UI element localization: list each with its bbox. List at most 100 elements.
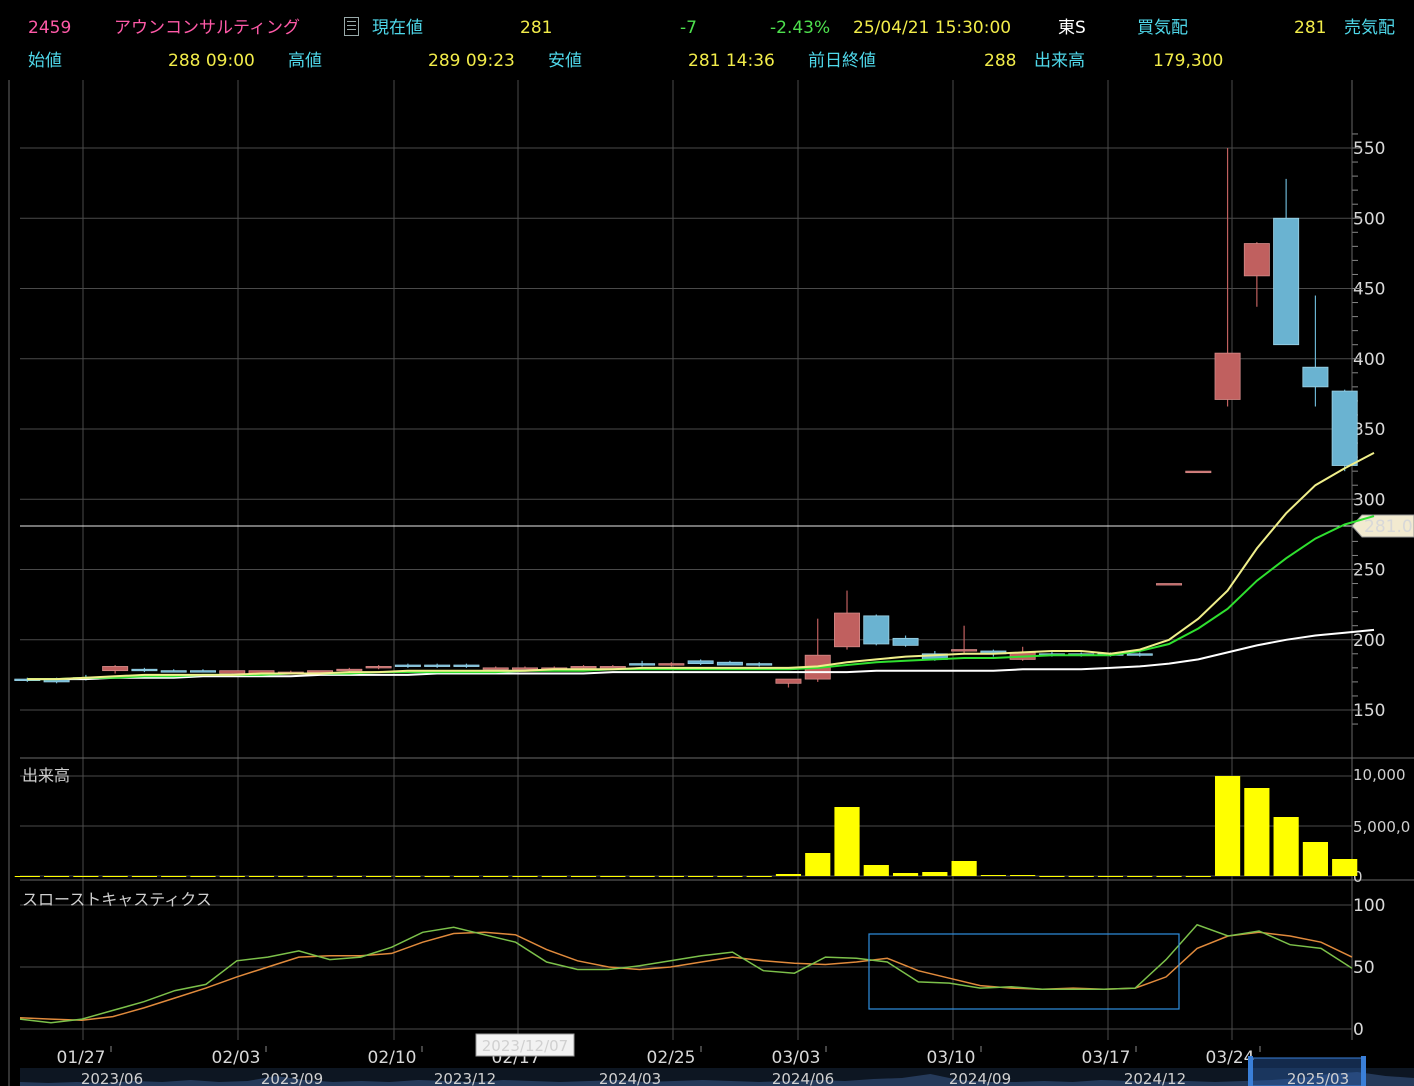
volume-axis-label: 5,000,0 (1353, 818, 1410, 836)
volume-bar (1097, 876, 1124, 877)
ma-mid-line (27, 515, 1375, 681)
volume-bar (278, 876, 304, 877)
volume-bar (863, 865, 889, 876)
volume-bar (922, 872, 948, 876)
candle-body (219, 670, 246, 674)
candle-body (951, 649, 978, 652)
candle-body (775, 678, 802, 684)
range-date-label: 2024/09 (949, 1070, 1011, 1086)
x-axis-label: 02/10 (368, 1048, 417, 1068)
last-price-label: 281.0 (1364, 517, 1413, 537)
volume-bar (1244, 788, 1270, 876)
stoch-k-line (19, 923, 1353, 1024)
candle-body (892, 637, 919, 646)
volume-bar (512, 876, 538, 877)
volume-bar (336, 876, 362, 877)
volume-bar (1068, 876, 1094, 877)
candle-body (365, 666, 392, 669)
candle-body (863, 615, 890, 645)
volume-bar (219, 876, 245, 877)
volume-bar (775, 874, 802, 876)
range-date-label: 2024/06 (772, 1070, 834, 1086)
volume-bar (424, 876, 450, 877)
candle-body (1331, 390, 1358, 466)
candle-body (160, 670, 187, 673)
stock-chart[interactable]: 150 200 250 300 350 400 450 500 550 281.0 0 5,000,0… (0, 0, 1414, 1086)
price-axis-label: 550 (1353, 139, 1385, 159)
volume-bar (1185, 876, 1211, 877)
x-axis-label: 03/24 (1206, 1048, 1255, 1068)
candle-body (189, 670, 216, 673)
candle-body (687, 660, 714, 665)
volume-bar (1039, 876, 1065, 877)
stoch-axis-label: 50 (1353, 958, 1375, 978)
range-date-label: 2023/09 (261, 1070, 323, 1086)
candle-body (1185, 470, 1212, 474)
range-date-label: 2024/03 (599, 1070, 661, 1086)
candle-body (512, 667, 538, 670)
candle-body (1273, 217, 1300, 346)
candle-body (1126, 653, 1153, 656)
volume-bar (980, 875, 1006, 876)
price-axis-label: 400 (1353, 350, 1385, 370)
volume-bar (14, 876, 40, 877)
x-axis-label: 02/03 (212, 1048, 261, 1068)
stoch-panel-title: スローストキャスティクス (22, 890, 212, 909)
volume-bar (951, 861, 977, 876)
candle-body (131, 668, 158, 672)
candle-body (482, 667, 509, 670)
volume-bar (746, 876, 772, 877)
candle-body (746, 663, 773, 666)
candle-body (394, 664, 421, 667)
price-axis-label: 500 (1353, 209, 1385, 229)
candle-body (834, 612, 860, 648)
volume-bar (629, 876, 655, 877)
volume-bar (600, 876, 626, 877)
volume-panel-title: 出来高 (22, 766, 70, 785)
range-date-label: 2025/03 (1287, 1070, 1349, 1086)
candle-body (424, 664, 451, 667)
candle-body (716, 661, 743, 666)
volume-bar (395, 876, 421, 877)
ma-short-line (27, 452, 1375, 681)
candle-body (336, 668, 363, 672)
volume-bar (190, 876, 216, 877)
price-axis-label: 250 (1353, 561, 1385, 581)
price-axis-label: 350 (1353, 420, 1385, 440)
stoch-axis-label: 100 (1353, 896, 1385, 916)
stoch-axis-label: 0 (1353, 1020, 1364, 1040)
price-axis-label: 450 (1353, 280, 1385, 300)
volume-bar (1156, 876, 1182, 877)
volume-bar (453, 876, 480, 877)
volume-bar (717, 876, 743, 877)
volume-bar (570, 876, 597, 877)
range-date-label: 2023/12 (434, 1070, 496, 1086)
stoch-d-line (19, 931, 1353, 1022)
volume-bar (1214, 776, 1241, 876)
volume-bar (1127, 876, 1153, 877)
candle-body (307, 670, 334, 673)
candle-body (599, 666, 626, 669)
x-axis-label: 01/27 (57, 1048, 106, 1068)
range-handle-left (1248, 1056, 1253, 1086)
candle-body (570, 666, 597, 669)
price-axis-label: 200 (1353, 631, 1385, 651)
candle-body (453, 664, 480, 667)
x-axis-label: 03/17 (1082, 1048, 1131, 1068)
volume-bar (131, 876, 158, 877)
x-axis-label: 03/03 (772, 1048, 821, 1068)
volume-axis-label: 10,000 (1353, 766, 1406, 784)
volume-bar (366, 876, 392, 877)
volume-bar (161, 876, 187, 877)
candle-body (1302, 366, 1329, 388)
volume-bar (834, 807, 860, 876)
range-handle-right (1361, 1056, 1366, 1086)
candle-body (629, 663, 656, 666)
candle-body (658, 663, 685, 666)
volume-bar (1273, 817, 1299, 876)
x-axis-label: 03/10 (927, 1048, 976, 1068)
volume-bar (541, 876, 567, 877)
highlight-box (868, 933, 1180, 1010)
candle-body (1156, 583, 1183, 586)
volume-bar (483, 876, 509, 877)
